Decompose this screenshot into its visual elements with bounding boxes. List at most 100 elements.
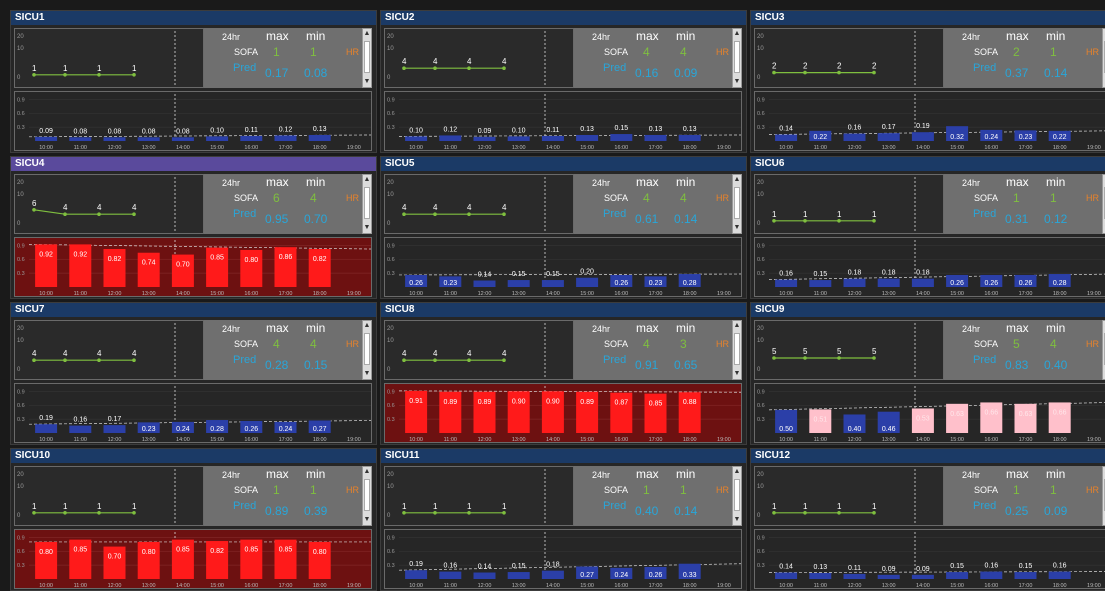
bar-value-label: 0.13 bbox=[683, 126, 697, 133]
bar-value-label: 0.15 bbox=[512, 563, 526, 570]
scroll-down-icon[interactable]: ▼ bbox=[733, 224, 741, 232]
label-min: min bbox=[676, 467, 696, 481]
panel-header[interactable]: SICU1 bbox=[11, 11, 376, 25]
time-tick-label: 16:00 bbox=[984, 583, 998, 588]
stats-scrollbar[interactable]: ▲▼ bbox=[732, 466, 742, 526]
y-tick-label: 0.6 bbox=[757, 549, 765, 555]
prediction-bar bbox=[911, 132, 934, 141]
panel-header[interactable]: SICU9 bbox=[751, 303, 1105, 317]
panel-header[interactable]: SICU7 bbox=[11, 303, 376, 317]
pred-max-value: 0.37 bbox=[1005, 66, 1029, 80]
prediction-bar bbox=[274, 135, 297, 141]
sofa-max-value: 1 bbox=[1013, 483, 1020, 497]
stats-box: 24hr max min SOFA 4 4 HR Pred 0.16 0.09 bbox=[574, 28, 732, 88]
scroll-thumb[interactable] bbox=[734, 187, 740, 219]
stats-scrollbar[interactable]: ▲▼ bbox=[362, 466, 372, 526]
scroll-down-icon[interactable]: ▼ bbox=[363, 224, 371, 232]
scroll-thumb[interactable] bbox=[734, 333, 740, 365]
bar-value-label: 0.19 bbox=[916, 123, 930, 130]
sofa-point bbox=[32, 358, 36, 362]
bar-value-label: 0.50 bbox=[779, 426, 793, 433]
panel-header[interactable]: SICU4 bbox=[11, 157, 376, 171]
sofa-point bbox=[772, 70, 776, 75]
y-tick-label: 10 bbox=[757, 192, 764, 198]
sofa-trend-chart: 20 10 0 1 1 1 1 bbox=[754, 174, 944, 234]
panel-header[interactable]: SICU2 bbox=[381, 11, 746, 25]
scroll-up-icon[interactable]: ▲ bbox=[733, 468, 741, 476]
panel-header[interactable]: SICU10 bbox=[11, 449, 376, 463]
bar-value-label: 0.20 bbox=[580, 269, 594, 276]
scroll-down-icon[interactable]: ▼ bbox=[363, 370, 371, 378]
bar-value-label: 0.53 bbox=[916, 415, 930, 422]
scroll-thumb[interactable] bbox=[364, 41, 370, 73]
sofa-value-label: 4 bbox=[63, 349, 68, 358]
scroll-up-icon[interactable]: ▲ bbox=[363, 468, 371, 476]
y-tick-label: 0 bbox=[17, 75, 21, 81]
sofa-trend-chart: 20 10 0 4 4 4 4 bbox=[384, 28, 574, 88]
scroll-up-icon[interactable]: ▲ bbox=[363, 30, 371, 38]
prediction-bar bbox=[171, 539, 194, 579]
scroll-down-icon[interactable]: ▼ bbox=[733, 78, 741, 86]
sofa-value-label: 1 bbox=[467, 502, 472, 511]
time-tick-label: 14:00 bbox=[546, 291, 560, 296]
pred-min-value: 0.09 bbox=[1044, 504, 1068, 518]
scroll-up-icon[interactable]: ▲ bbox=[733, 30, 741, 38]
scroll-up-icon[interactable]: ▲ bbox=[363, 176, 371, 184]
bar-value-label: 0.26 bbox=[649, 572, 663, 579]
stats-scrollbar[interactable]: ▲▼ bbox=[732, 28, 742, 88]
scroll-down-icon[interactable]: ▼ bbox=[733, 370, 741, 378]
scroll-thumb[interactable] bbox=[364, 187, 370, 219]
scroll-down-icon[interactable]: ▼ bbox=[363, 516, 371, 524]
stats-scrollbar[interactable]: ▲▼ bbox=[732, 174, 742, 234]
time-tick-label: 19:00 bbox=[1087, 583, 1101, 588]
label-pred: Pred bbox=[603, 62, 627, 74]
stats-scrollbar[interactable]: ▲▼ bbox=[732, 320, 742, 380]
prediction-bar bbox=[877, 133, 900, 141]
scroll-thumb[interactable] bbox=[734, 41, 740, 73]
stats-scrollbar[interactable]: ▲▼ bbox=[362, 174, 372, 234]
bar-value-label: 0.15 bbox=[614, 125, 628, 132]
panel-header[interactable]: SICU6 bbox=[751, 157, 1105, 171]
scroll-thumb[interactable] bbox=[364, 479, 370, 511]
sofa-max-value: 1 bbox=[643, 483, 650, 497]
sofa-point bbox=[502, 358, 506, 362]
time-tick-label: 13:00 bbox=[882, 145, 896, 150]
sofa-trend-svg: 20 10 0 1 1 1 1 bbox=[17, 469, 176, 523]
label-max: max bbox=[636, 321, 659, 335]
sofa-min-value: 1 bbox=[1050, 45, 1057, 59]
scroll-down-icon[interactable]: ▼ bbox=[733, 516, 741, 524]
sofa-value-label: 5 bbox=[837, 347, 842, 356]
sofa-value-label: 4 bbox=[132, 203, 137, 212]
stats-scrollbar[interactable]: ▲▼ bbox=[362, 320, 372, 380]
sofa-point bbox=[502, 511, 506, 515]
time-tick-label: 18:00 bbox=[313, 583, 327, 588]
time-tick-label: 17:00 bbox=[279, 145, 293, 150]
panel-header[interactable]: SICU8 bbox=[381, 303, 746, 317]
time-tick-label: 10:00 bbox=[409, 437, 423, 442]
scroll-up-icon[interactable]: ▲ bbox=[363, 322, 371, 330]
prediction-bar bbox=[69, 425, 92, 433]
bar-value-label: 0.23 bbox=[649, 280, 663, 287]
time-tick-label: 14:00 bbox=[176, 291, 190, 296]
scroll-thumb[interactable] bbox=[364, 333, 370, 365]
label-sofa: SOFA bbox=[604, 339, 629, 349]
scroll-thumb[interactable] bbox=[734, 479, 740, 511]
bar-value-label: 0.91 bbox=[409, 398, 423, 405]
bar-value-label: 0.15 bbox=[813, 271, 827, 278]
stats-scrollbar[interactable]: ▲▼ bbox=[362, 28, 372, 88]
panel-header[interactable]: SICU5 bbox=[381, 157, 746, 171]
y-tick-label: 10 bbox=[757, 484, 764, 490]
sofa-point bbox=[467, 358, 471, 362]
panel-header[interactable]: SICU12 bbox=[751, 449, 1105, 463]
scroll-up-icon[interactable]: ▲ bbox=[733, 176, 741, 184]
bar-value-label: 0.26 bbox=[950, 280, 964, 287]
y-tick-label: 0.3 bbox=[17, 125, 25, 131]
panel-header[interactable]: SICU11 bbox=[381, 449, 746, 463]
sofa-point bbox=[872, 356, 876, 360]
panel-header[interactable]: SICU3 bbox=[751, 11, 1105, 25]
scroll-up-icon[interactable]: ▲ bbox=[733, 322, 741, 330]
sofa-value-label: 1 bbox=[772, 210, 777, 219]
label-max: max bbox=[266, 29, 289, 43]
label-24hr: 24hr bbox=[222, 470, 241, 480]
scroll-down-icon[interactable]: ▼ bbox=[363, 78, 371, 86]
